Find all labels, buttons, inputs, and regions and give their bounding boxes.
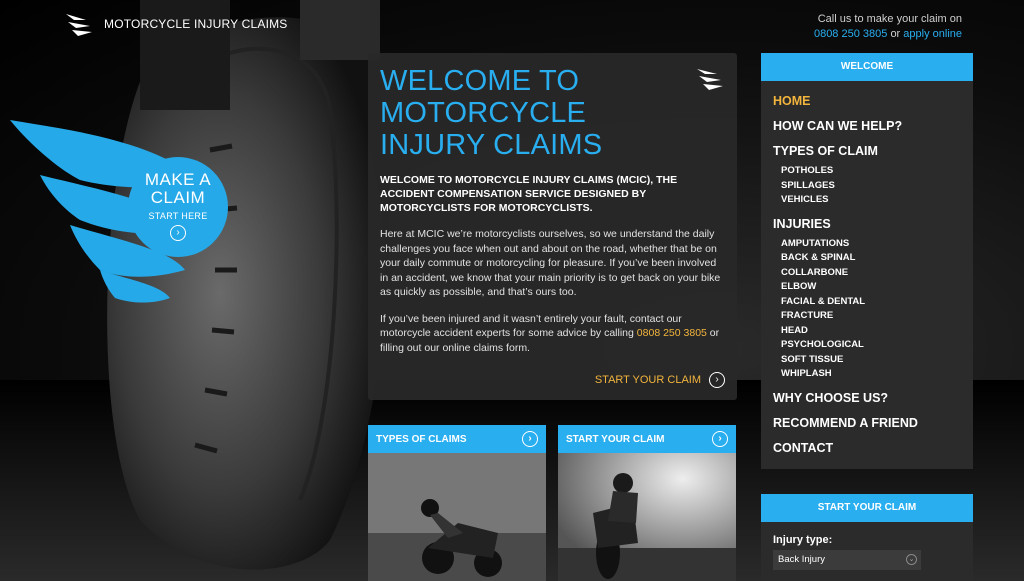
- circle-arrow-right-icon: ›: [522, 431, 538, 447]
- nav-subitem-elbow[interactable]: ELBOW: [773, 280, 961, 295]
- chevron-down-icon: ⌄: [906, 554, 917, 565]
- motorcyclist-photo: [368, 453, 546, 581]
- nav-item-how-can-we-help[interactable]: HOW CAN WE HELP?: [773, 118, 961, 134]
- site-logo[interactable]: MOTORCYCLE INJURY CLAIMS: [64, 10, 288, 38]
- welcome-paragraph-1: Here at MCIC we’re motorcyclists ourselv…: [380, 228, 721, 298]
- card-header: START YOUR CLAIM ›: [558, 425, 736, 453]
- welcome-paragraph-2: If you’ve been injured and it wasn’t ent…: [380, 312, 725, 356]
- nav-subitem-collarbone[interactable]: COLLARBONE: [773, 266, 961, 281]
- header-phone-link[interactable]: 0808 250 3805: [814, 28, 887, 40]
- nav-item-recommend-friend[interactable]: RECOMMEND A FRIEND: [773, 415, 961, 431]
- nav-subitem-vehicles[interactable]: VEHICLES: [773, 193, 961, 208]
- make-claim-title-1: MAKE A: [144, 170, 212, 189]
- nav-item-why-choose-us[interactable]: WHY CHOOSE US?: [773, 390, 961, 406]
- logo-text: MOTORCYCLE INJURY CLAIMS: [104, 17, 288, 31]
- make-claim-subtitle: START HERE: [148, 211, 208, 221]
- wing-logo-icon: [697, 69, 723, 90]
- card-header: TYPES OF CLAIMS ›: [368, 425, 546, 453]
- nav-subitem-spillages[interactable]: SPILLAGES: [773, 179, 961, 194]
- nav-subitem-soft-tissue[interactable]: SOFT TISSUE: [773, 353, 961, 368]
- circle-arrow-right-icon: ›: [709, 372, 725, 388]
- start-claim-link[interactable]: START YOUR CLAIM ›: [595, 372, 725, 388]
- nav-subitem-facial-dental[interactable]: FACIAL & DENTAL: [773, 295, 961, 310]
- start-claim-form: START YOUR CLAIM Injury type: Back Injur…: [761, 494, 973, 581]
- apply-online-link[interactable]: apply online: [903, 28, 962, 40]
- card-title: TYPES OF CLAIMS: [376, 433, 467, 445]
- welcome-panel: WELCOME TO MOTORCYCLE INJURY CLAIMS WELC…: [368, 53, 737, 400]
- header-contact: Call us to make your claim on 0808 250 3…: [814, 12, 962, 42]
- sidebar-nav: WELCOME HOME HOW CAN WE HELP? TYPES OF C…: [761, 53, 973, 469]
- types-of-claims-card[interactable]: TYPES OF CLAIMS ›: [368, 425, 546, 581]
- nav-subitem-head[interactable]: HEAD: [773, 324, 961, 339]
- start-claim-label: START YOUR CLAIM: [594, 374, 701, 386]
- nav-item-injuries[interactable]: INJURIES: [773, 216, 961, 232]
- nav-item-home[interactable]: HOME: [773, 93, 961, 109]
- callus-text: Call us to make your claim on: [817, 13, 962, 25]
- circle-arrow-right-icon: ›: [712, 431, 728, 447]
- make-claim-button[interactable]: MAKE A CLAIM START HERE ›: [128, 157, 228, 257]
- welcome-heading: WELCOME TO MOTORCYCLE INJURY CLAIMS: [380, 65, 603, 161]
- nav-subitem-amputations[interactable]: AMPUTATIONS: [773, 237, 961, 252]
- make-claim-title-2: CLAIM: [150, 188, 206, 207]
- nav-header: WELCOME: [761, 53, 973, 81]
- nav-item-contact[interactable]: CONTACT: [773, 440, 961, 456]
- nav-subitem-fracture[interactable]: FRACTURE: [773, 309, 961, 324]
- circle-arrow-right-icon: ›: [170, 225, 186, 241]
- nav-subitem-whiplash[interactable]: WHIPLASH: [773, 367, 961, 382]
- injury-type-label: Injury type:: [773, 534, 833, 546]
- motorcycle-rear-photo: [558, 453, 736, 581]
- nav-subitem-back-spinal[interactable]: BACK & SPINAL: [773, 251, 961, 266]
- start-your-claim-card[interactable]: START YOUR CLAIM ›: [558, 425, 736, 581]
- injury-type-select[interactable]: Back Injury ⌄: [773, 550, 921, 570]
- paragraph-phone-link[interactable]: 0808 250 3805: [637, 327, 707, 339]
- or-text: or: [890, 28, 901, 40]
- nav-subitem-potholes[interactable]: POTHOLES: [773, 164, 961, 179]
- injury-type-value: Back Injury: [778, 554, 825, 565]
- nav-subitem-psychological[interactable]: PSYCHOLOGICAL: [773, 338, 961, 353]
- wing-logo-icon: [66, 14, 92, 36]
- card-title: START YOUR CLAIM: [566, 433, 665, 445]
- claim-form-header: START YOUR CLAIM: [761, 494, 973, 522]
- nav-item-types-of-claim[interactable]: TYPES OF CLAIM: [773, 143, 961, 159]
- welcome-lead: WELCOME TO MOTORCYCLE INJURY CLAIMS (MCI…: [380, 174, 678, 214]
